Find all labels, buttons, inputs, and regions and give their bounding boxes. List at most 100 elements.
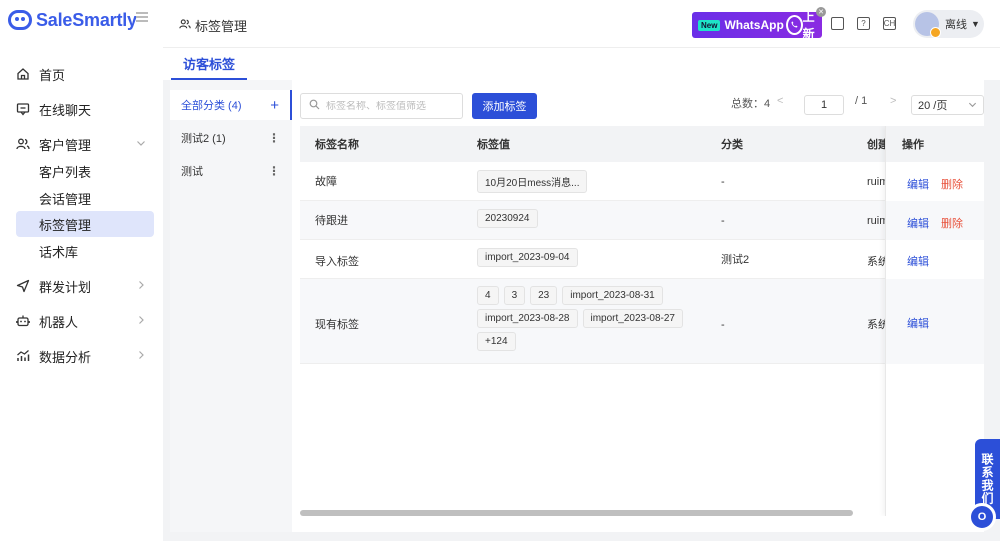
tab-visitor-tags[interactable]: 访客标签 [171,48,248,80]
nav-item-label: 数据分析 [39,349,92,365]
page-title: 标签管理 [195,19,248,34]
delete-link[interactable]: 删除 [941,176,963,192]
sidebar-item-tag-management[interactable]: 标签管理 [16,211,154,237]
avatar [915,12,941,38]
tag-values: 4 3 23 import_2023-08-31 import_2023-08-28 im… [477,286,697,355]
sidebar-item-customer-list[interactable]: 客户列表 [16,158,154,184]
chevron-up-icon [136,138,146,151]
add-category-icon[interactable]: + [270,97,279,114]
chat-icon [16,102,30,116]
category-item-test2[interactable]: 测试2 (1) ⋮ [170,123,292,153]
delete-link[interactable]: 删除 [941,215,963,231]
nav-item-home[interactable]: 首页 [0,60,163,88]
chevron-right-icon [136,315,146,328]
category-label: 测试2 (1) [181,133,226,145]
table-row: 待跟进 20230924 - ruim [300,201,984,240]
chart-icon [16,349,30,363]
users-icon [16,137,30,151]
nav-item-broadcast[interactable]: 群发计划 [0,272,163,300]
devices-icon[interactable] [831,17,844,30]
sidebar-item-session-management[interactable]: 会话管理 [16,185,154,211]
sub-item-label: 标签管理 [39,217,92,233]
horizontal-scrollbar[interactable] [300,510,853,516]
chevron-right-icon [136,280,146,293]
tag-value-chip: 10月20日mess消息... [477,170,588,193]
tag-category: 测试2 [721,254,750,266]
users-icon [179,18,191,33]
table-row: 故障 10月20日mess消息... - ruim [300,162,984,201]
sub-item-label: 客户列表 [39,164,92,180]
total-pages: / 1 [855,95,868,107]
nav-item-robot[interactable]: 机器人 [0,307,163,335]
tag-value-chip: 20230924 [477,209,538,228]
table-header: 标签名称 标签值 分类 创建 [300,126,984,162]
category-label: 测试 [181,166,203,178]
add-tag-button[interactable]: 添加标签 [472,93,537,119]
nav-item-label: 首页 [39,67,66,83]
tag-value-chip: 4 [477,286,499,305]
tag-values: 10月20日mess消息... [477,170,592,197]
language-icon[interactable]: CH [883,17,896,30]
whatsapp-promo-banner[interactable]: New WhatsApp 上新 ✕ [692,7,826,41]
chat-widget-icon[interactable]: O [968,503,996,531]
nav-item-chat[interactable]: 在线聊天 [0,95,163,123]
sub-item-label: 会话管理 [39,191,92,207]
edit-link[interactable]: 编辑 [907,253,929,269]
chevron-right-icon [136,350,146,363]
robot-icon [16,314,30,328]
main-panel: 全部分类 (4) + 测试2 (1) ⋮ 测试 ⋮ 添加标签 总数：4 < 1 … [170,80,984,532]
column-header: 操作 [902,139,924,151]
nav-item-label: 群发计划 [39,279,92,295]
tag-category: - [721,176,725,188]
sidebar: SaleSmartly 首页 在线聊天 客户管理 客户列表 会话管理 标签管理 … [0,0,163,541]
whatsapp-icon [785,15,803,35]
edit-link[interactable]: 编辑 [907,215,929,231]
user-status-menu[interactable]: 离线 ▼ [913,10,984,38]
help-icon[interactable]: ? [857,17,870,30]
tag-name: 导入标签 [315,256,359,268]
logo-icon [8,10,32,30]
app-logo[interactable]: SaleSmartly [8,8,137,32]
search-icon [309,99,320,113]
nav-item-label: 客户管理 [39,137,92,153]
menu-collapse-icon[interactable] [136,12,148,22]
send-icon [16,279,30,293]
tag-value-chip: import_2023-08-27 [582,309,683,328]
category-item-test[interactable]: 测试 ⋮ [170,156,292,186]
page-size-select[interactable]: 20 /页 [911,95,984,115]
caret-down-icon: ▼ [971,19,980,29]
tag-values: 20230924 [477,209,543,232]
tag-value-chip: import_2023-08-28 [477,309,578,328]
top-header: 标签管理 New WhatsApp 上新 ✕ ? CH 离线 ▼ [163,0,1000,48]
operations-column: 操作 编辑 删除 编辑 删除 编辑 编辑 [885,126,984,516]
column-header: 分类 [721,139,743,151]
tag-values: import_2023-09-04 [477,248,583,271]
chevron-down-icon [968,100,977,111]
edit-link[interactable]: 编辑 [907,176,929,192]
sidebar-item-script-library[interactable]: 话术库 [16,238,154,264]
page-number-input[interactable]: 1 [804,95,844,115]
new-badge: New [698,19,721,31]
more-options-icon[interactable]: ⋮ [268,131,280,145]
close-icon[interactable]: ✕ [816,7,826,17]
tags-table: 标签名称 标签值 分类 创建 故障 10月20日mess消息... - ruim… [300,126,984,516]
next-page-icon[interactable]: > [890,95,896,107]
user-status-text: 离线 [945,19,967,31]
nav-item-label: 机器人 [39,314,79,330]
table-row: 导入标签 import_2023-09-04 测试2 系统 [300,240,984,279]
tag-more-chip[interactable]: +124 [477,332,516,351]
edit-link[interactable]: 编辑 [907,315,929,331]
search-input[interactable] [326,100,456,112]
tag-search-box[interactable] [300,93,463,119]
total-count: 总数：4 [731,98,771,110]
category-item-all[interactable]: 全部分类 (4) + [170,90,292,120]
tag-value-chip: 3 [503,286,526,305]
more-options-icon[interactable]: ⋮ [268,164,280,178]
tab-label: 访客标签 [183,56,236,72]
logo-text: SaleSmartly [36,9,137,30]
prev-page-icon[interactable]: < [777,95,783,107]
tabs-bar: 访客标签 [163,48,1000,80]
nav-item-customers[interactable]: 客户管理 [0,130,163,158]
nav-item-analytics[interactable]: 数据分析 [0,342,163,370]
tag-category: - [721,215,725,227]
